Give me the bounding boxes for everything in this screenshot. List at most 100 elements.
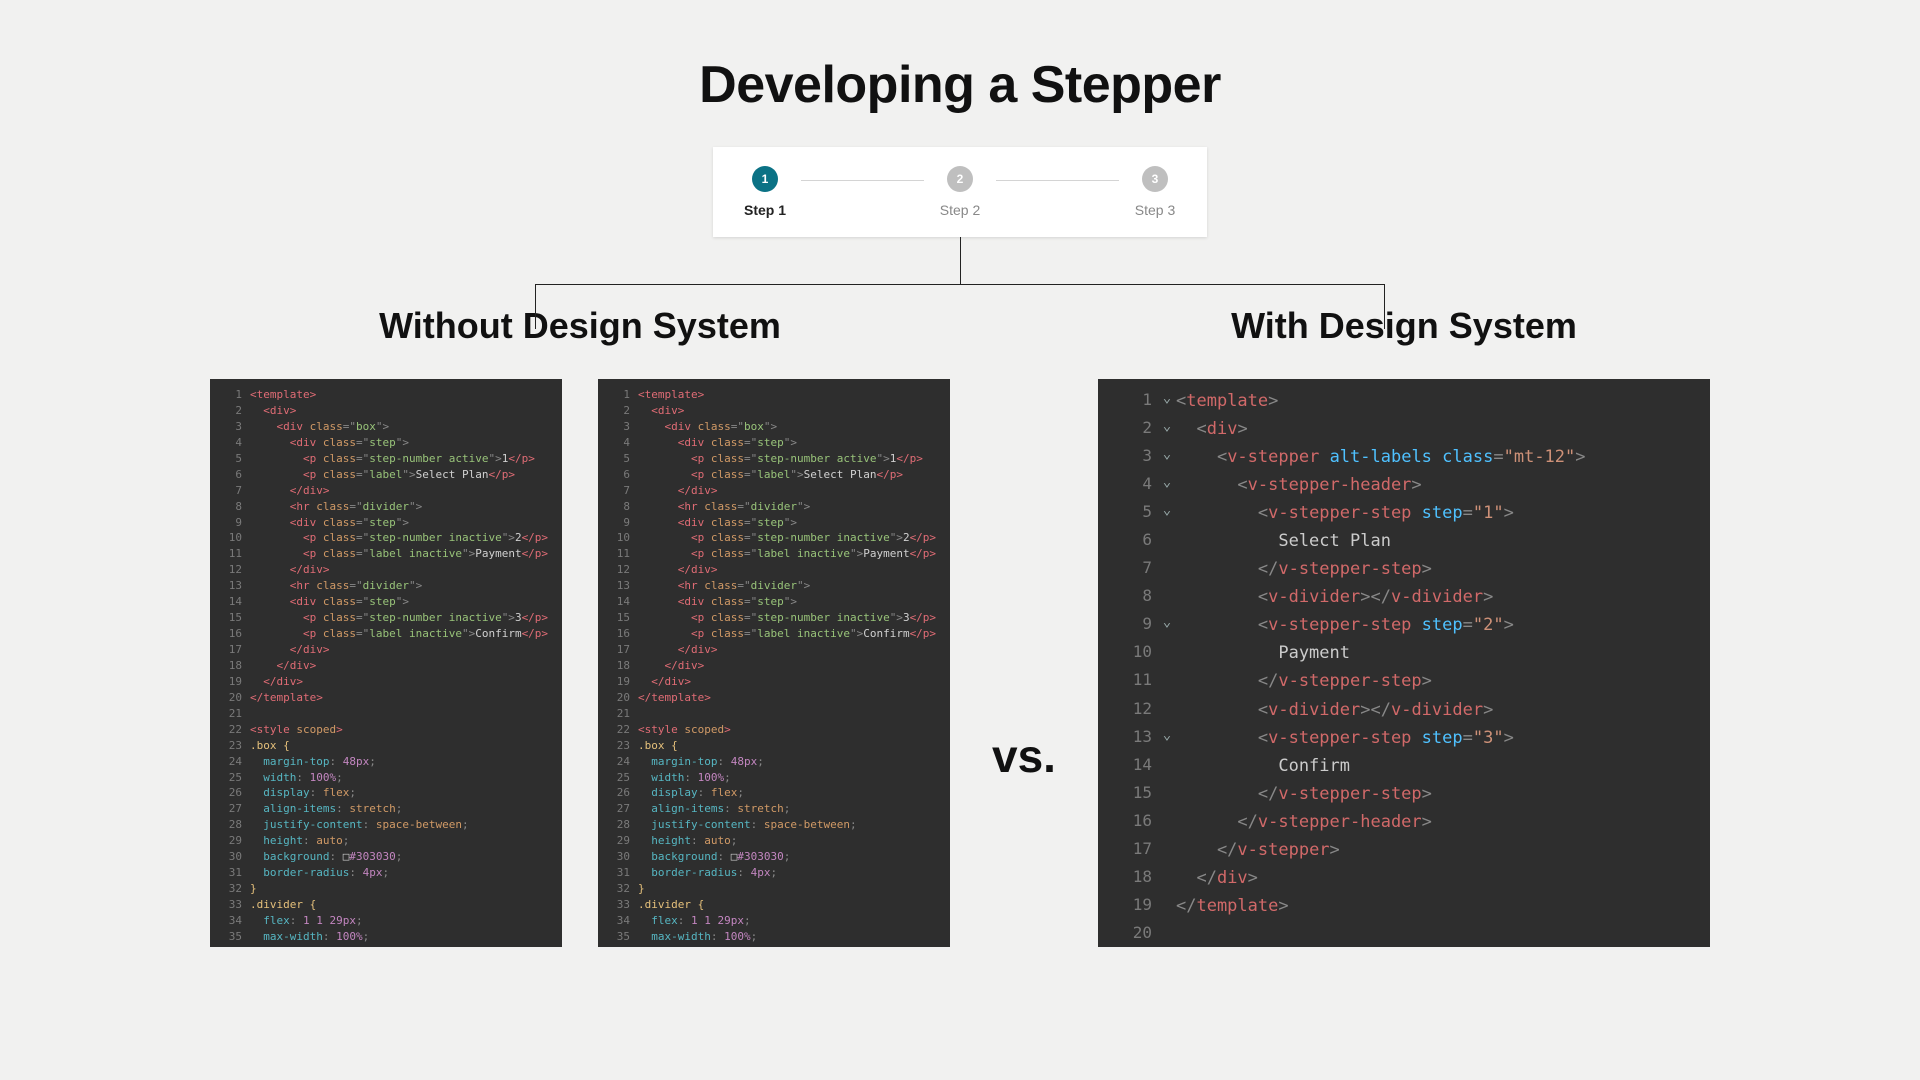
- code-content: <div class="step">: [250, 435, 409, 451]
- line-number: 23: [598, 738, 638, 754]
- code-content: align-items: stretch;: [250, 801, 402, 817]
- code-content: <v-stepper alt-labels class="mt-12">: [1176, 443, 1586, 471]
- comparison-row: Without Design System 1<template>2 <div>…: [210, 305, 1710, 947]
- line-number: 26: [210, 785, 250, 801]
- line-number: 20: [210, 690, 250, 706]
- code-content: height: 0px;: [250, 945, 343, 947]
- code-content: border-radius: 4px;: [250, 865, 389, 881]
- line-number: 19: [598, 674, 638, 690]
- line-number: 21: [598, 706, 638, 722]
- code-line: 10 Payment: [1098, 639, 1710, 667]
- code-content: justify-content: space-between;: [638, 817, 857, 833]
- line-number: 12: [210, 562, 250, 578]
- code-line: 29 height: auto;: [598, 833, 950, 849]
- code-line: 11 <p class="label inactive">Payment</p>: [598, 546, 950, 562]
- code-line: 19 </div>: [210, 674, 562, 690]
- code-content: <hr class="divider">: [638, 578, 810, 594]
- line-number: 20: [1098, 920, 1158, 946]
- code-line: 19</template>: [1098, 892, 1710, 920]
- code-content: margin-top: 48px;: [250, 754, 376, 770]
- code-line: 20: [1098, 920, 1710, 946]
- line-number: 4: [210, 435, 250, 451]
- line-number: 5: [1098, 499, 1158, 527]
- line-number: 12: [598, 562, 638, 578]
- code-content: <p class="step-number active">1</p>: [638, 451, 923, 467]
- code-line: 24 margin-top: 48px;: [210, 754, 562, 770]
- code-line: 4⌄ <v-stepper-header>: [1098, 471, 1710, 499]
- code-line: 6 <p class="label">Select Plan</p>: [598, 467, 950, 483]
- code-line: 7 </v-stepper-step>: [1098, 555, 1710, 583]
- code-line: 4 <div class="step">: [598, 435, 950, 451]
- fold-icon: [1158, 780, 1176, 808]
- code-content: .divider {: [638, 897, 704, 913]
- line-number: 18: [598, 658, 638, 674]
- fold-icon: ⌄: [1158, 724, 1176, 752]
- code-line: 3 <div class="box">: [210, 419, 562, 435]
- with-heading: With Design System: [1231, 305, 1577, 347]
- code-line: 33.divider {: [210, 897, 562, 913]
- code-line: 26 display: flex;: [210, 785, 562, 801]
- code-line: 14 Confirm: [1098, 752, 1710, 780]
- code-content: flex: 1 1 29px;: [638, 913, 751, 929]
- code-line: 32}: [598, 881, 950, 897]
- line-number: 11: [1098, 667, 1158, 695]
- code-content: <v-divider></v-divider>: [1176, 583, 1493, 611]
- fold-icon: ⌄: [1158, 499, 1176, 527]
- line-number: 7: [1098, 555, 1158, 583]
- step-3: 3 Step 3: [1125, 166, 1185, 218]
- code-content: <p class="step-number inactive">2</p>: [250, 530, 548, 546]
- code-content: Select Plan: [1176, 527, 1391, 555]
- code-content: </div>: [250, 642, 330, 658]
- line-number: 19: [210, 674, 250, 690]
- code-content: justify-content: space-between;: [250, 817, 469, 833]
- code-content: <p class="label inactive">Payment</p>: [250, 546, 548, 562]
- code-content: <div>: [638, 403, 684, 419]
- step-circle: 1: [752, 166, 778, 192]
- code-line: 7 </div>: [598, 483, 950, 499]
- code-content: </template>: [638, 690, 711, 706]
- fold-icon: ⌄: [1158, 415, 1176, 443]
- fold-icon: [1158, 527, 1176, 555]
- line-number: 6: [598, 467, 638, 483]
- code-editor-without-2: 1<template>2 <div>3 <div class="box">4 <…: [598, 379, 950, 947]
- fold-icon: [1158, 892, 1176, 920]
- code-content: <p class="label inactive">Confirm</p>: [250, 626, 548, 642]
- code-content: </template>: [250, 690, 323, 706]
- code-content: height: auto;: [250, 833, 349, 849]
- code-content: <v-stepper-step step="1">: [1176, 499, 1514, 527]
- code-content: <v-stepper-step step="2">: [1176, 611, 1514, 639]
- line-number: 9: [1098, 611, 1158, 639]
- code-content: .box {: [250, 738, 290, 754]
- code-content: <hr class="divider">: [250, 499, 422, 515]
- code-line: 34 flex: 1 1 29px;: [210, 913, 562, 929]
- line-number: 18: [210, 658, 250, 674]
- line-number: 5: [598, 451, 638, 467]
- code-content: <p class="label inactive">Payment</p>: [638, 546, 936, 562]
- line-number: 15: [210, 610, 250, 626]
- code-content: Payment: [1176, 639, 1350, 667]
- fold-icon: [1158, 920, 1176, 946]
- line-number: 1: [210, 387, 250, 403]
- code-line: 18 </div>: [598, 658, 950, 674]
- code-content: </div>: [638, 562, 718, 578]
- code-line: 17 </v-stepper>: [1098, 836, 1710, 864]
- code-content: margin-top: 48px;: [638, 754, 764, 770]
- line-number: 3: [210, 419, 250, 435]
- code-line: 16 <p class="label inactive">Confirm</p>: [598, 626, 950, 642]
- line-number: 34: [210, 913, 250, 929]
- slide: Developing a Stepper 1 Step 1 2 Step 2 3…: [0, 0, 1920, 1080]
- code-line: 10 <p class="step-number inactive">2</p>: [210, 530, 562, 546]
- line-number: 10: [1098, 639, 1158, 667]
- fold-icon: [1158, 808, 1176, 836]
- code-content: <p class="step-number inactive">3</p>: [638, 610, 936, 626]
- code-line: 18 </div>: [210, 658, 562, 674]
- code-content: align-items: stretch;: [638, 801, 790, 817]
- code-content: background: □#303030;: [250, 849, 402, 865]
- code-content: </div>: [638, 674, 691, 690]
- code-content: </div>: [250, 483, 330, 499]
- fold-icon: [1158, 752, 1176, 780]
- code-line: 12 </div>: [598, 562, 950, 578]
- line-number: 1: [1098, 387, 1158, 415]
- code-content: <div class="box">: [638, 419, 777, 435]
- line-number: 16: [1098, 808, 1158, 836]
